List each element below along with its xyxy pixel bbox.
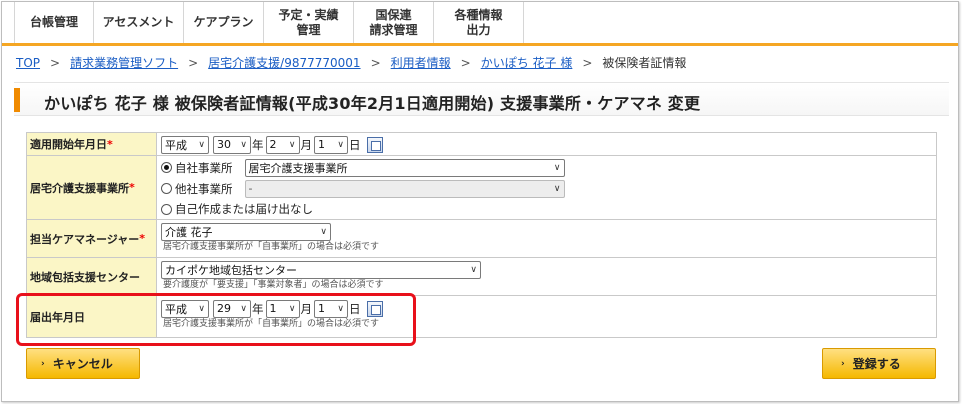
arrow-right-icon: ›: [41, 358, 45, 369]
other-office-select[interactable]: - ∨: [244, 179, 565, 198]
breadcrumb-user-info[interactable]: 利用者情報: [391, 56, 451, 70]
arrow-right-icon: ›: [841, 358, 845, 369]
menu-schedule[interactable]: 予定・実績 管理: [264, 2, 354, 43]
breadcrumb: TOP > 請求業務管理ソフト > 居宅介護支援/9877770001 > 利用者情報 > かい…: [16, 54, 686, 71]
start-year-select[interactable]: 30 ∨: [213, 135, 251, 154]
required-mark: *: [139, 232, 145, 245]
chevron-down-icon: ∨: [553, 162, 561, 173]
breadcrumb-current: 被保険者証情報: [602, 56, 687, 70]
own-office-select[interactable]: 居宅介護支援事業所 ∨: [244, 158, 565, 177]
year-unit: 年: [252, 137, 264, 152]
breadcrumb-software[interactable]: 請求業務管理ソフト: [70, 56, 178, 70]
row-support-center: 地域包括支援センター カイポケ地域包括センター ∨ 要介護度が「要支援」「事業対象…: [27, 258, 936, 296]
breadcrumb-separator: >: [460, 56, 471, 70]
menu-ledger[interactable]: 台帳管理: [14, 2, 94, 43]
chevron-down-icon: ∨: [240, 139, 247, 150]
top-menu: 台帳管理 アセスメント ケアプラン 予定・実績 管理 国保連 請求管理 各種情報…: [2, 2, 958, 46]
register-button[interactable]: › 登録する: [822, 348, 936, 379]
care-manager-label: 担当ケアマネージャー *: [27, 220, 157, 257]
start-era-select[interactable]: 平成 ∨: [161, 135, 209, 154]
own-office-radio[interactable]: [161, 162, 172, 173]
required-mark: *: [107, 137, 113, 151]
start-month-select[interactable]: 2 ∨: [265, 135, 300, 154]
own-office-label: 自社事業所: [175, 160, 233, 175]
self-created-radio[interactable]: [161, 203, 172, 215]
menu-assessment[interactable]: アセスメント: [94, 2, 184, 43]
other-office-radio[interactable]: [161, 183, 172, 194]
other-office-label: 他社事業所: [175, 181, 233, 196]
row-office: 居宅介護支援事業所 * 自社事業所 居宅介護支援事業所 ∨ 他社事業所 - ∨ 自己作…: [27, 156, 936, 220]
breadcrumb-separator: >: [582, 56, 593, 70]
title-accent-bar: [14, 88, 20, 112]
register-button-label: 登録する: [852, 357, 901, 371]
chevron-down-icon: ∨: [198, 139, 205, 150]
self-created-label: 自己作成または届け出なし: [175, 202, 313, 216]
required-mark: *: [129, 181, 135, 194]
support-center-note: 要介護度が「要支援」「事業対象者」の場合は必須です: [163, 280, 384, 290]
breadcrumb-top[interactable]: TOP: [16, 56, 40, 70]
page-title-bar: かいぽち 花子 様 被保険者証情報(平成30年2月1日適用開始) 支援事業所・ケ…: [14, 82, 949, 116]
breadcrumb-office[interactable]: 居宅介護支援/9877770001: [208, 56, 360, 70]
app-frame: 台帳管理 アセスメント ケアプラン 予定・実績 管理 国保連 請求管理 各種情報…: [1, 1, 959, 402]
care-manager-note: 居宅介護支援事業所が「自事業所」の場合は必須です: [163, 242, 380, 252]
support-center-label: 地域包括支援センター: [27, 258, 157, 295]
menu-billing[interactable]: 国保連 請求管理: [354, 2, 434, 43]
chevron-down-icon: ∨: [553, 183, 561, 194]
start-date-label: 適用開始年月日 *: [27, 133, 157, 155]
breadcrumb-user[interactable]: かいぽち 花子 様: [481, 56, 573, 70]
breadcrumb-separator: >: [50, 56, 61, 70]
support-center-select[interactable]: カイポケ地域包括センター ∨: [161, 260, 481, 279]
calendar-icon[interactable]: [366, 136, 383, 153]
cancel-button-label: キャンセル: [52, 357, 113, 371]
menu-careplan[interactable]: ケアプラン: [184, 2, 264, 43]
breadcrumb-separator: >: [370, 56, 381, 70]
chevron-down-icon: ∨: [337, 139, 344, 150]
chevron-down-icon: ∨: [320, 226, 327, 237]
chevron-down-icon: ∨: [470, 264, 477, 275]
row-start-date: 適用開始年月日 * 平成 ∨ 30 ∨ 年 2 ∨ 月 1 ∨ 日: [27, 133, 936, 156]
breadcrumb-separator: >: [188, 56, 199, 70]
start-day-select[interactable]: 1 ∨: [314, 135, 348, 154]
highlight-box: [16, 293, 416, 346]
month-unit: 月: [300, 137, 313, 152]
chevron-down-icon: ∨: [288, 139, 296, 150]
care-manager-select[interactable]: 介護 花子 ∨: [161, 222, 331, 241]
menu-output[interactable]: 各種情報 出力: [434, 2, 524, 43]
row-care-manager: 担当ケアマネージャー * 介護 花子 ∨ 居宅介護支援事業所が「自事業所」の場合は必…: [27, 220, 936, 258]
day-unit: 日: [349, 137, 361, 152]
office-label: 居宅介護支援事業所 *: [27, 156, 157, 219]
cancel-button[interactable]: › キャンセル: [26, 348, 140, 379]
page-title: かいぽち 花子 様 被保険者証情報(平成30年2月1日適用開始) 支援事業所・ケ…: [44, 94, 701, 113]
